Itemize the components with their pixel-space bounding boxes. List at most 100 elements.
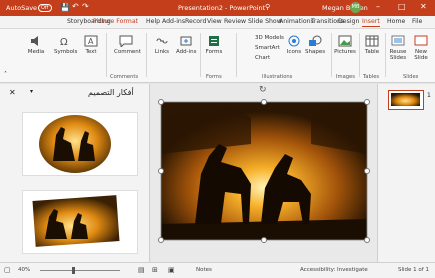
autosave-toggle[interactable]: AutoSave [6,4,42,12]
pictures-icon [338,35,352,47]
divider [385,33,386,77]
symbols-icon: Ω [60,37,68,47]
tab-record[interactable]: Record [185,18,206,25]
avatar[interactable]: MB [350,2,361,13]
undo-icon[interactable]: ↶ [72,2,79,11]
tab-help[interactable]: Help [146,18,160,25]
table-icon [365,35,379,47]
slide-picture[interactable] [151,84,377,262]
tab-file[interactable]: File [412,18,422,25]
reuse-slides-button[interactable]: Reuse Slides [387,35,409,61]
links-button[interactable]: Links [152,35,172,55]
smartart-button[interactable]: SmartArt [255,45,280,51]
ribbon-tabs: Picture Format Storyboarding Help Add-in… [0,16,435,29]
addins-label: Add-ins [176,49,197,55]
slide-thumbnail[interactable] [388,90,424,110]
forms-button[interactable]: Forms [204,35,224,55]
tab-addins[interactable]: Add-ins [162,18,185,25]
selection-handle[interactable] [261,237,267,243]
selection-handle[interactable] [158,168,164,174]
tab-animations[interactable]: Animations [279,18,314,25]
search-icon[interactable]: ⚲ [265,3,270,11]
tab-design[interactable]: Design [338,18,359,25]
group-tables-label: Tables [363,74,380,80]
shapes-button[interactable]: Shapes [305,35,325,55]
rotate-handle-icon[interactable]: ↻ [259,85,267,95]
speaker-icon [31,36,38,46]
autosave-state: Off [41,5,49,11]
symbols-label: Symbols [54,49,78,55]
selection-handle[interactable] [261,99,267,105]
selection-handle[interactable] [158,237,164,243]
tab-home[interactable]: Home [387,18,405,25]
zoom-level[interactable]: 40% [18,267,30,273]
zoom-slider-thumb[interactable] [72,267,75,274]
table-label: Table [364,49,380,55]
slide-thumbnails: 1 [377,84,435,262]
accessibility-status[interactable]: Accessibility: Investigate [300,267,368,273]
new-slide-button[interactable]: New Slide [410,35,432,61]
tab-insert[interactable]: Insert [362,18,380,27]
text-label: Text [85,49,97,55]
design-idea-2[interactable] [22,190,138,254]
close-icon[interactable]: ✕ [9,88,16,97]
selection-handle[interactable] [364,237,370,243]
zoom-slider[interactable] [40,270,120,271]
text-button[interactable]: A Text [82,35,100,55]
slide-sorter-icon[interactable]: ⊞ [152,266,158,274]
tab-storyboarding[interactable]: Storyboarding [67,18,111,25]
divider [200,33,201,77]
smartart-label: SmartArt [255,45,280,51]
normal-view-icon[interactable]: ▣ [168,266,175,274]
pictures-button[interactable]: Pictures [334,35,356,55]
media-label: Media [27,49,45,55]
tab-slide-show[interactable]: Slide Show [248,18,282,25]
pictures-label: Pictures [334,49,356,55]
minimize-icon[interactable]: – [376,2,380,11]
chevron-down-icon[interactable]: ▾ [30,88,33,95]
svg-text:Ω: Ω [60,37,68,47]
symbols-button[interactable]: Ω Symbols [54,35,78,55]
comment-button[interactable]: Comment [114,35,141,55]
tab-view[interactable]: View [207,18,222,25]
3d-models-label: 3D Models [255,35,284,41]
icons-button[interactable]: Icons [285,35,303,55]
fit-to-window-icon[interactable]: ▢ [4,266,11,274]
selection-handle[interactable] [158,99,164,105]
3d-models-button[interactable]: 3D Models [255,35,284,41]
close-icon[interactable]: ✕ [420,2,427,11]
selection-handle[interactable] [364,168,370,174]
redo-icon[interactable]: ↷ [82,2,89,11]
addins-button[interactable]: Add-ins [176,35,197,55]
comment-label: Comment [114,49,141,55]
notes-button[interactable]: Notes [196,267,212,273]
ribbon-collapse-icon[interactable]: ˄ [4,71,7,78]
designer-panel: ✕ ▾ أفكار التصميم [0,84,150,262]
design-idea-2-image [30,192,122,250]
tab-review[interactable]: Review [224,18,246,25]
autosave-label: AutoSave [6,4,38,12]
maximize-icon[interactable]: □ [398,2,406,11]
status-bar: Slide 1 of 1 Accessibility: Investigate … [0,262,435,278]
group-comments-label: Comments [110,74,139,80]
title-bar: AutoSave Off 💾 ↶ ↷ Presentation2 - Power… [0,0,435,16]
links-icon [156,38,168,44]
slide-canvas[interactable]: ↻ [151,84,377,262]
comment-icon [119,35,133,47]
svg-text:A: A [88,37,94,46]
chart-button[interactable]: Chart [255,55,270,61]
divider [331,33,332,77]
reading-view-icon[interactable]: ▤ [138,266,145,274]
window-title: Presentation2 - PowerPoint [178,4,266,12]
selection-handle[interactable] [364,99,370,105]
designer-title: أفكار التصميم [88,88,134,97]
table-button[interactable]: Table [362,35,382,55]
save-icon[interactable]: 💾 [60,3,70,12]
autosave-switch[interactable]: Off [38,4,52,12]
text-icon: A [84,35,98,47]
shapes-icon [309,35,322,46]
design-idea-1[interactable] [22,112,138,176]
forms-icon [209,36,219,46]
icons-icon [288,35,300,47]
media-button[interactable]: Media [26,35,46,55]
